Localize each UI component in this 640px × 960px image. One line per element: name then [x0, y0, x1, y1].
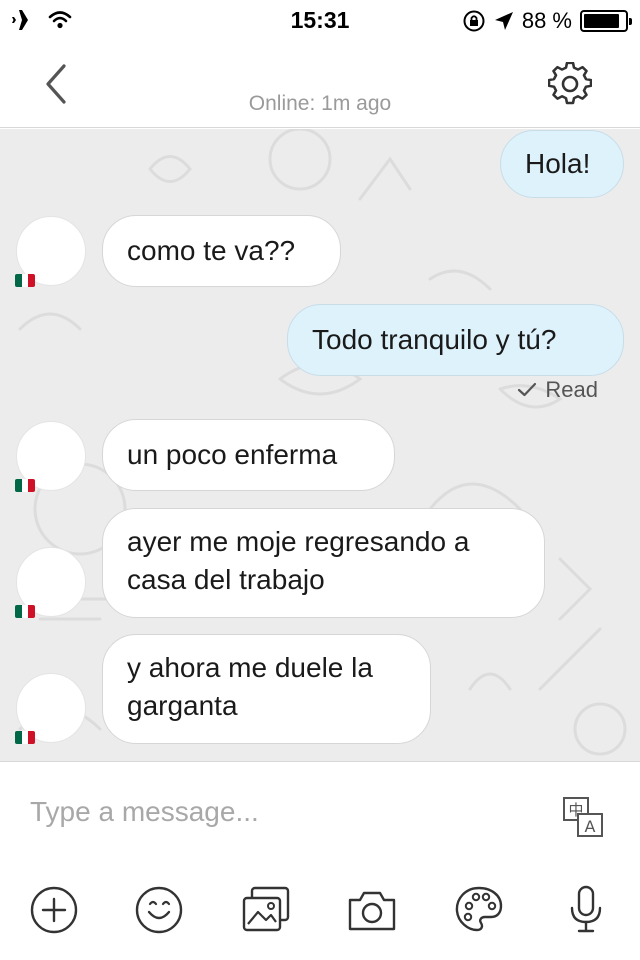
- battery-percentage: 88 %: [521, 8, 572, 33]
- message-text: un poco enferma: [127, 439, 338, 470]
- chat-header: Online: 1m ago: [0, 40, 640, 128]
- message-bubble-incoming[interactable]: como te va??: [102, 215, 341, 287]
- message-line: ayer me moje regresando a: [127, 526, 470, 557]
- message-text: como te va??: [127, 235, 296, 266]
- checkmark-icon: [518, 382, 537, 397]
- message-bubble-incoming[interactable]: y ahora me duele la garganta: [102, 634, 431, 744]
- settings-button[interactable]: [547, 61, 593, 106]
- message-line: garganta: [127, 690, 238, 721]
- translate-button[interactable]: 中 A: [562, 796, 606, 840]
- message-line: casa del trabajo: [127, 564, 325, 595]
- mexico-flag-icon: [15, 605, 35, 618]
- contact-avatar[interactable]: [15, 547, 86, 618]
- sticker-button[interactable]: [133, 884, 185, 936]
- translate-icon: 中 A: [563, 797, 603, 837]
- smiley-icon: [135, 886, 183, 934]
- message-input[interactable]: [30, 790, 530, 834]
- message-bubble-incoming[interactable]: un poco enferma: [102, 419, 395, 491]
- online-status: Online: 1m ago: [248, 92, 392, 115]
- microphone-icon: [570, 885, 602, 933]
- theme-button[interactable]: [453, 884, 505, 936]
- mexico-flag-icon: [15, 731, 35, 744]
- contact-avatar[interactable]: [15, 673, 86, 744]
- camera-icon: [348, 891, 396, 931]
- chat-area[interactable]: Hola! como te va?? Todo tranquilo y tú? …: [0, 129, 640, 761]
- message-text: Todo tranquilo y tú?: [312, 324, 557, 355]
- message-text: Hola!: [525, 148, 591, 179]
- message-text: ayer me moje regresando a casa del traba…: [127, 523, 469, 599]
- battery-fill: [584, 14, 620, 28]
- mexico-flag-icon: [15, 479, 35, 492]
- rotation-lock-icon: [463, 10, 485, 32]
- status-bar: 15:31 88 %: [0, 0, 640, 40]
- message-bubble-incoming[interactable]: ayer me moje regresando a casa del traba…: [102, 508, 545, 618]
- translate-glyph-top: 中: [568, 801, 583, 819]
- gallery-button[interactable]: [240, 884, 292, 936]
- plus-circle-icon: [30, 886, 78, 934]
- add-button[interactable]: [28, 884, 80, 936]
- voice-button[interactable]: [560, 884, 612, 936]
- gear-icon: [547, 61, 593, 105]
- translate-glyph-bottom: A: [585, 817, 596, 836]
- mexico-flag-icon: [15, 274, 35, 287]
- message-line: y ahora me duele la: [127, 652, 373, 683]
- status-right-icons: 88 %: [462, 8, 632, 34]
- palette-icon: [455, 886, 503, 932]
- composer: 中 A: [0, 761, 640, 960]
- contact-avatar[interactable]: [15, 216, 86, 287]
- location-arrow-icon: [494, 12, 513, 30]
- gallery-icon: [242, 886, 290, 932]
- read-receipt: Read: [517, 377, 598, 403]
- message-bubble-outgoing[interactable]: Hola!: [500, 130, 624, 198]
- read-label: Read: [545, 377, 598, 402]
- composer-toolbar: [0, 884, 640, 940]
- message-bubble-outgoing[interactable]: Todo tranquilo y tú?: [287, 304, 624, 376]
- contact-avatar[interactable]: [15, 421, 86, 492]
- camera-button[interactable]: [346, 884, 398, 936]
- message-text: y ahora me duele la garganta: [127, 649, 373, 725]
- battery-icon: [580, 10, 632, 32]
